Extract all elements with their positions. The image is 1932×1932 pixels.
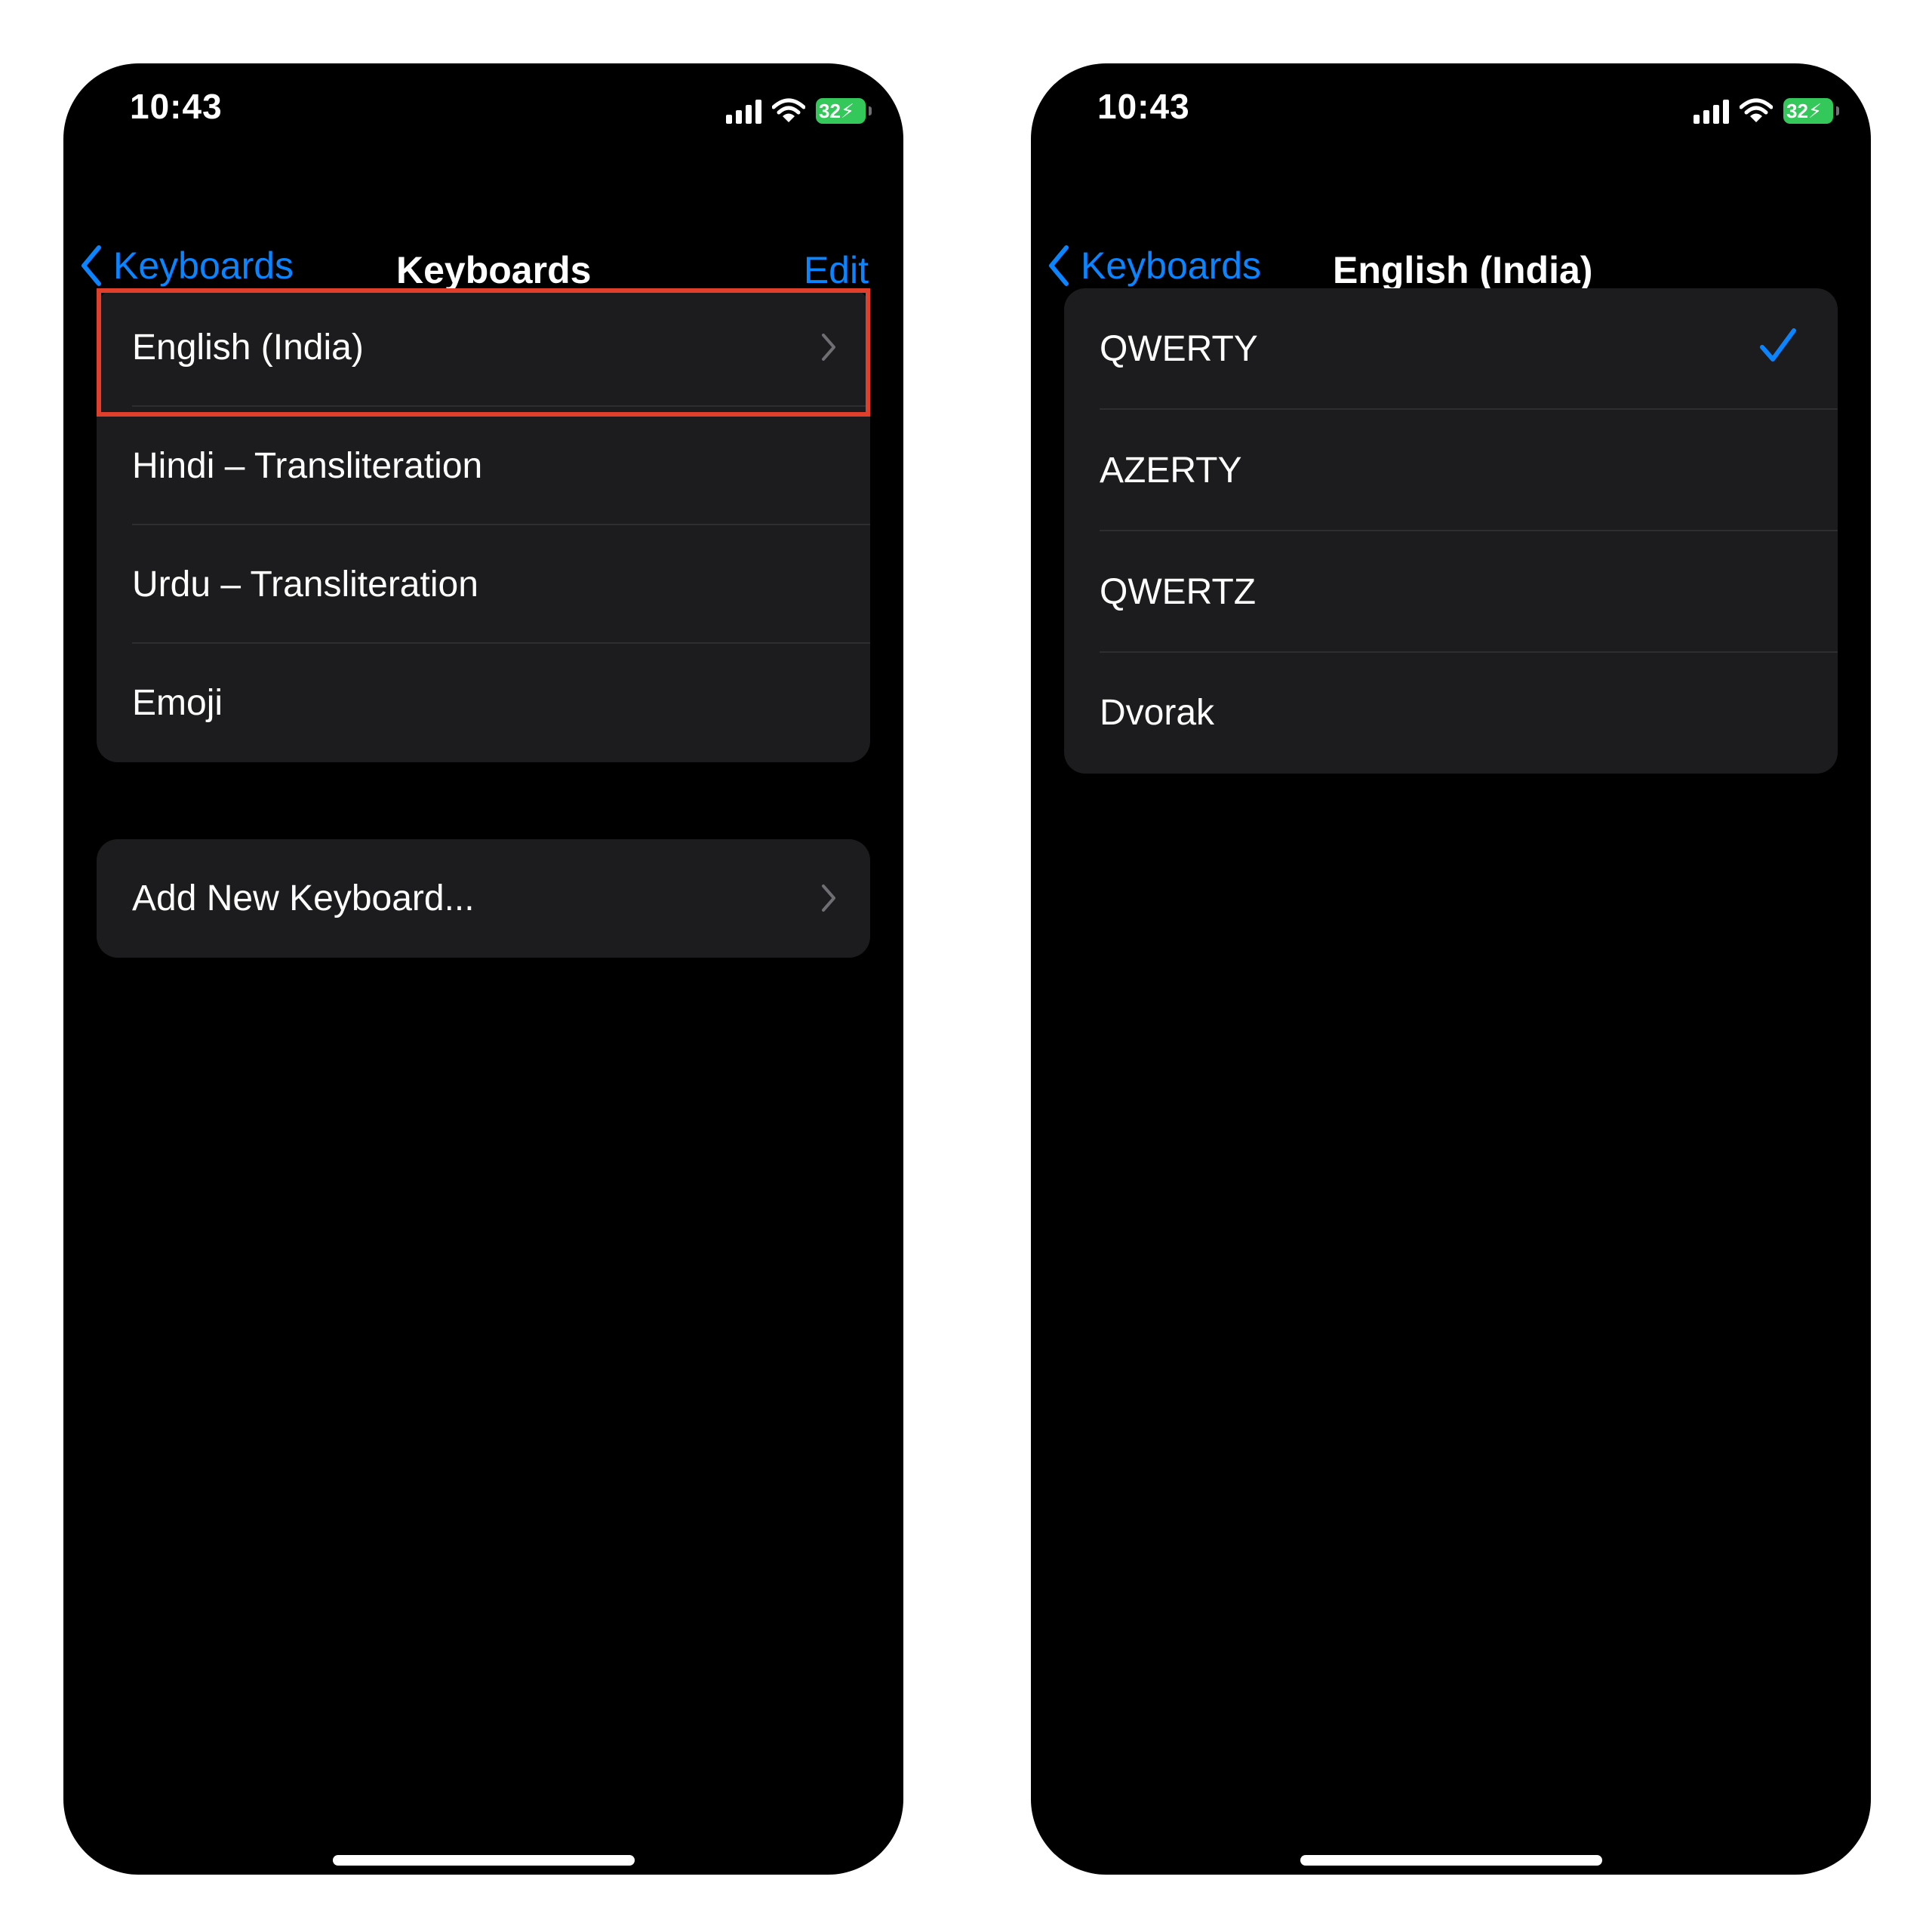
back-label: Keyboards <box>1081 245 1262 287</box>
battery-level: 32 <box>1786 100 1808 122</box>
keyboard-label: Emoji <box>132 683 223 723</box>
chevron-right-icon <box>820 332 837 362</box>
layout-label: QWERTZ <box>1100 572 1257 612</box>
keyboard-label: Urdu – Transliteration <box>132 565 478 605</box>
status-icons: 32⚡ <box>726 92 872 130</box>
back-chevron-icon <box>1048 245 1070 287</box>
keyboard-row-english-india[interactable]: English (India) <box>97 288 870 407</box>
keyboard-row-hindi[interactable]: Hindi – Transliteration <box>97 407 870 525</box>
page-title: Keyboards <box>396 249 592 291</box>
edit-button[interactable]: Edit <box>804 248 869 292</box>
back-button[interactable]: Keyboards <box>1048 239 1261 292</box>
keyboard-label: English (India) <box>132 328 364 368</box>
add-new-keyboard-button[interactable]: Add New Keyboard... <box>97 839 870 958</box>
keyboards-screen: 10:43 32⚡ Keyboards Keyboards Edit Engli… <box>63 63 903 1875</box>
page-title: English (India) <box>1333 249 1593 291</box>
status-icons: 32⚡ <box>1694 92 1839 130</box>
charging-bolt-icon: ⚡ <box>1807 100 1823 122</box>
add-keyboard-group: Add New Keyboard... <box>97 839 870 958</box>
home-indicator[interactable] <box>332 1855 635 1866</box>
keyboards-list: English (India) Hindi – Transliteration … <box>97 288 870 762</box>
signal-icon <box>726 98 761 124</box>
layout-label: QWERTY <box>1100 329 1258 369</box>
battery-icon: 32⚡ <box>1783 98 1839 124</box>
layout-row-qwerty[interactable]: QWERTY <box>1064 288 1838 410</box>
status-bar: 10:43 32⚡ <box>1031 63 1871 154</box>
add-keyboard-label: Add New Keyboard... <box>132 878 475 918</box>
keyboard-label: Hindi – Transliteration <box>132 446 483 486</box>
back-label: Keyboards <box>113 245 294 287</box>
layout-row-dvorak[interactable]: Dvorak <box>1064 653 1838 774</box>
battery-icon: 32⚡ <box>816 98 872 124</box>
layout-row-azerty[interactable]: AZERTY <box>1064 410 1838 531</box>
wifi-icon <box>772 98 805 124</box>
checkmark-icon <box>1759 326 1797 364</box>
signal-icon <box>1694 98 1729 124</box>
home-indicator[interactable] <box>1300 1855 1602 1866</box>
layout-row-qwertz[interactable]: QWERTZ <box>1064 531 1838 653</box>
layout-label: AZERTY <box>1100 451 1242 491</box>
charging-bolt-icon: ⚡ <box>840 100 855 122</box>
status-bar: 10:43 32⚡ <box>63 63 903 154</box>
keyboard-row-urdu[interactable]: Urdu – Transliteration <box>97 525 870 644</box>
layouts-list: QWERTY AZERTY QWERTZ Dvorak <box>1064 288 1838 774</box>
chevron-right-icon <box>820 883 837 913</box>
english-india-screen: 10:43 32⚡ Keyboards English (India) QWER… <box>1031 63 1871 1875</box>
wifi-icon <box>1740 98 1773 124</box>
battery-level: 32 <box>819 100 841 122</box>
layout-label: Dvorak <box>1100 693 1215 733</box>
keyboard-row-emoji[interactable]: Emoji <box>97 644 870 762</box>
status-time: 10:43 <box>1097 87 1190 126</box>
back-chevron-icon <box>80 245 103 287</box>
back-button[interactable]: Keyboards <box>80 239 294 292</box>
status-time: 10:43 <box>130 87 223 126</box>
